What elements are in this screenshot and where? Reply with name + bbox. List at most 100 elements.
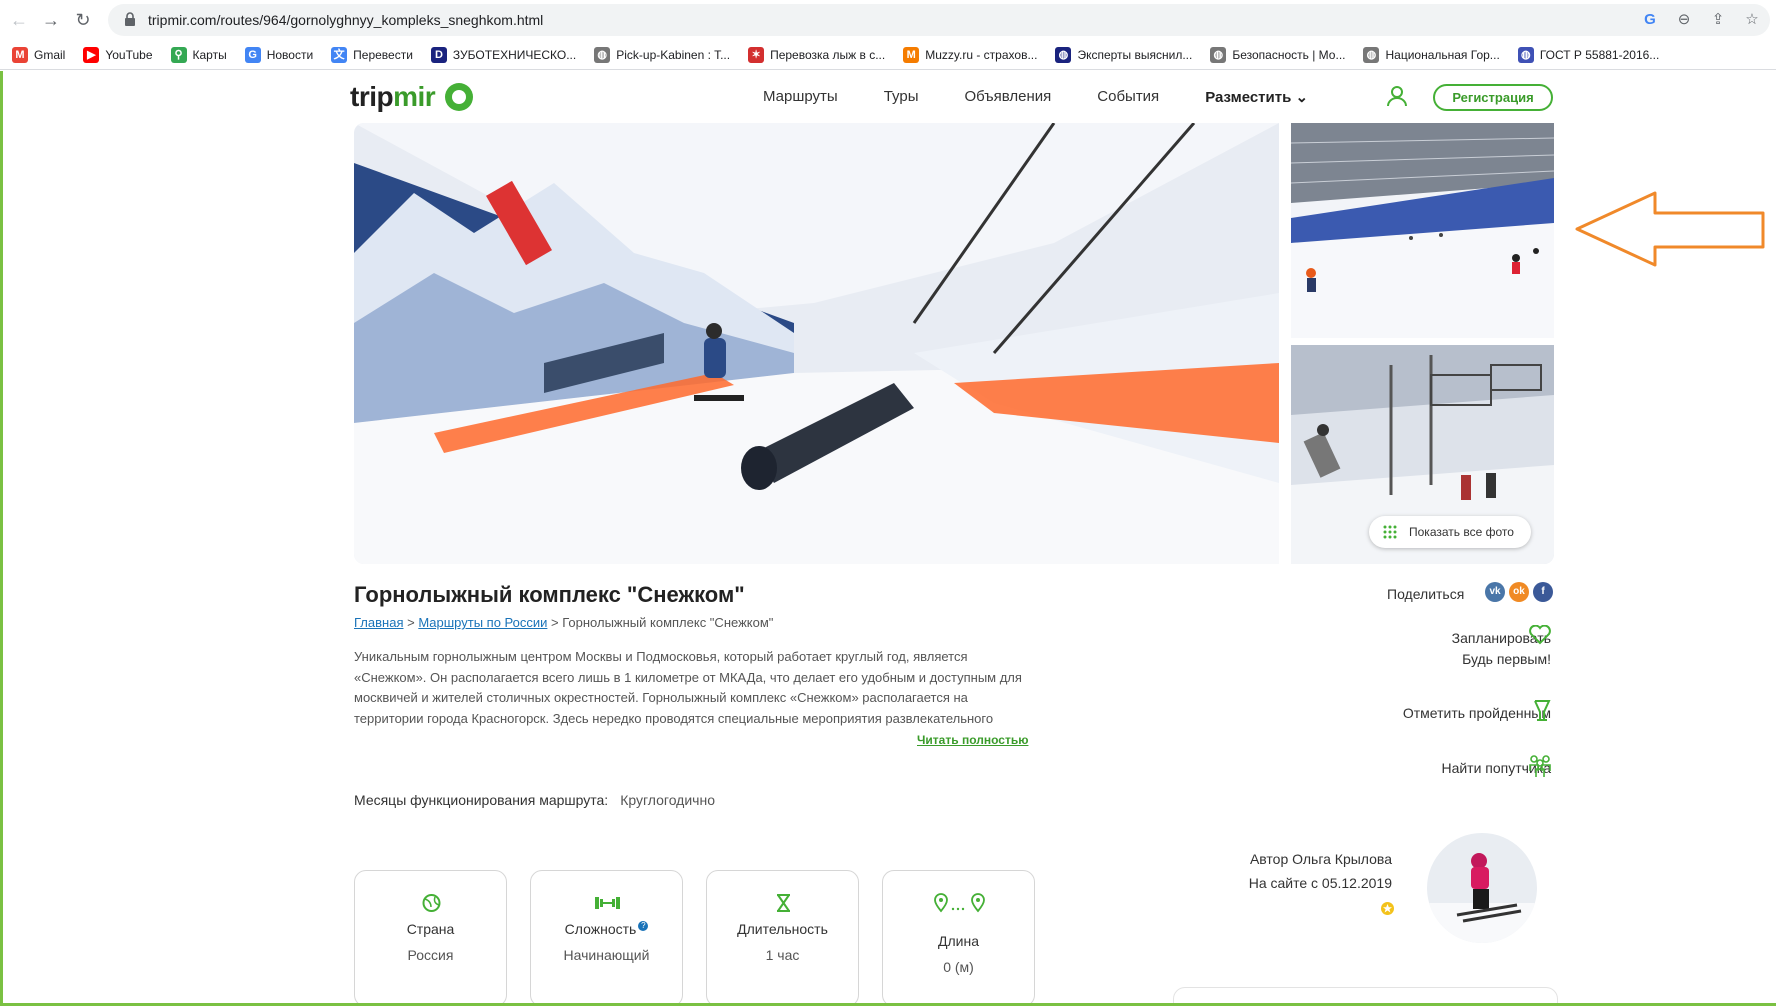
dumbbell-icon: [595, 897, 620, 909]
odnoklassniki-icon[interactable]: ok: [1509, 582, 1529, 602]
maps-icon: ⚲: [170, 46, 187, 63]
card-duration-value: 1 час: [765, 947, 800, 963]
bookmark-item[interactable]: M Gmail: [12, 46, 66, 63]
bookmark-label: Национальная Гор...: [1385, 47, 1500, 62]
menu-item-routes[interactable]: Маршруты: [763, 88, 838, 106]
lock-icon: [125, 12, 135, 26]
author-avatar[interactable]: [1427, 833, 1537, 943]
menu-item-events[interactable]: События: [1097, 88, 1159, 106]
bookmark-item[interactable]: ✶ Перевозка лыж в с...: [748, 46, 885, 63]
register-button[interactable]: Регистрация: [1433, 84, 1553, 111]
grid-dots-icon: [1383, 525, 1397, 539]
globe-icon: ◍: [1363, 46, 1380, 63]
bookmark-label: ЗУБОТЕХНИЧЕСКО...: [452, 47, 577, 62]
globe-icon: ◍: [1055, 46, 1072, 63]
star-icon: ✶: [748, 46, 765, 63]
months-label: Месяцы функционирования маршрута:: [354, 792, 609, 808]
breadcrumb-home[interactable]: Главная: [354, 615, 403, 630]
gallery-thumbnail-1[interactable]: [1291, 123, 1554, 338]
operating-months: Месяцы функционирования маршрута: Круглог…: [354, 792, 715, 808]
author-info: Автор Ольга Крылова На сайте с 05.12.201…: [1249, 847, 1392, 895]
bookmark-item[interactable]: D ЗУБОТЕХНИЧЕСКО...: [430, 46, 577, 63]
sidebar-card: [1173, 987, 1558, 1003]
globe-icon: ◍: [1210, 46, 1227, 63]
globe-icon: [422, 894, 441, 912]
globe-icon: ◍: [594, 46, 611, 63]
muzzy-icon: M: [903, 46, 920, 63]
bookmark-item[interactable]: ◍ Pick-up-Kabinen : T...: [594, 46, 731, 63]
logo-mark-icon: [445, 83, 473, 111]
address-bar[interactable]: tripmir.com/routes/964/gornolyghnyy_komp…: [108, 4, 1770, 36]
browser-toolbar: ← → ↻ tripmir.com/routes/964/gornolyghny…: [0, 0, 1776, 40]
zoom-icon[interactable]: ⊖: [1674, 10, 1694, 30]
news-icon: G: [244, 46, 261, 63]
back-arrow-icon[interactable]: ←: [8, 9, 30, 31]
bookmarks-bar: M Gmail ▶ YouTube ⚲ Карты G Новости 文 Перевести D З…: [0, 40, 1776, 70]
site-header: tripmir Маршруты Туры Объявления События…: [3, 71, 1776, 123]
bookmark-label: Pick-up-Kabinen : T...: [616, 47, 731, 62]
read-more-link[interactable]: Читать полностью: [917, 733, 1028, 747]
share-icon[interactable]: ⇪: [1708, 10, 1728, 30]
bookmark-item[interactable]: ▶ YouTube: [83, 46, 153, 63]
globe-icon: ◍: [1517, 46, 1534, 63]
web-page: tripmir Маршруты Туры Объявления События…: [0, 71, 1776, 1006]
bookmark-label: YouTube: [105, 47, 153, 62]
reload-icon[interactable]: ↻: [72, 9, 94, 31]
show-all-photos-button[interactable]: Показать все фото: [1369, 516, 1531, 548]
page-title: Горнолыжный комплекс "Снежком": [354, 582, 745, 607]
card-difficulty-value: Начинающий: [563, 947, 650, 963]
bookmark-label: ГОСТ Р 55881-2016...: [1539, 47, 1660, 62]
user-icon[interactable]: [1386, 85, 1408, 107]
route-pins-icon: [934, 893, 985, 913]
google-icon[interactable]: G: [1640, 10, 1660, 30]
vk-icon[interactable]: vk: [1485, 582, 1505, 602]
gmail-icon: M: [12, 46, 28, 63]
wine-glass-icon[interactable]: [1533, 699, 1551, 723]
mark-visited-action[interactable]: Отметить пройденным: [1403, 705, 1551, 721]
heart-icon[interactable]: [1529, 625, 1551, 645]
bookmark-item[interactable]: ◍ Национальная Гор...: [1363, 46, 1500, 63]
bookmark-item[interactable]: ◍ ГОСТ Р 55881-2016...: [1517, 46, 1660, 63]
people-icon[interactable]: [1527, 753, 1553, 779]
bookmark-label: Перевести: [353, 47, 413, 62]
tripmir-logo[interactable]: tripmir: [350, 81, 436, 113]
breadcrumb-current: Горнолыжный комплекс "Снежком": [562, 615, 774, 630]
url-text: tripmir.com/routes/964/gornolyghnyy_komp…: [148, 12, 544, 28]
breadcrumb-routes-russia[interactable]: Маршруты по России: [418, 615, 547, 630]
bookmark-item[interactable]: 文 Перевести: [331, 46, 413, 63]
menu-item-tours[interactable]: Туры: [884, 88, 919, 106]
bookmark-item[interactable]: M Muzzy.ru - страхов...: [903, 46, 1037, 63]
forward-arrow-icon[interactable]: →: [40, 9, 62, 31]
bookmark-label: Новости: [266, 47, 314, 62]
bookmark-item[interactable]: ◍ Безопасность | Мо...: [1210, 46, 1345, 63]
share-label: Поделиться: [1387, 586, 1465, 602]
card-country-label: Страна: [406, 921, 455, 937]
card-length-label: Длина: [938, 933, 979, 949]
main-route-photo[interactable]: [354, 123, 1279, 564]
bookmark-label: Gmail: [34, 47, 66, 62]
annotation-arrow: [1575, 191, 1765, 267]
author-since: На сайте с 05.12.2019: [1248, 875, 1392, 891]
youtube-icon: ▶: [83, 46, 100, 63]
menu-item-place[interactable]: Разместить ⌄: [1205, 88, 1308, 106]
breadcrumb: Главная > Маршруты по России > Горнолыжн…: [354, 615, 774, 630]
main-menu: Маршруты Туры Объявления События Размест…: [763, 88, 1308, 106]
route-description: Уникальным горнолыжным центром Москвы и …: [354, 649, 1022, 726]
months-value: Круглогодично: [620, 792, 715, 808]
bookmark-label: Карты: [192, 47, 227, 62]
menu-item-ads[interactable]: Объявления: [965, 88, 1052, 106]
d-icon: D: [430, 46, 447, 63]
bookmark-star-icon[interactable]: ☆: [1742, 10, 1762, 30]
info-card-length: Длина 0 (м): [882, 870, 1035, 1003]
card-country-value: Россия: [407, 947, 454, 963]
bookmark-item[interactable]: ◍ Эксперты выяснил...: [1055, 46, 1192, 63]
star-badge-icon: [1381, 902, 1394, 915]
author-name[interactable]: Автор Ольга Крылова: [1249, 847, 1392, 871]
info-card-country: Страна Россия: [354, 870, 507, 1003]
hourglass-icon: [777, 894, 790, 912]
card-duration-label: Длительность: [737, 921, 828, 937]
facebook-icon[interactable]: f: [1533, 582, 1553, 602]
bookmark-item[interactable]: ⚲ Карты: [170, 46, 227, 63]
bookmark-item[interactable]: G Новости: [244, 46, 314, 63]
info-icon[interactable]: ?: [638, 921, 649, 931]
